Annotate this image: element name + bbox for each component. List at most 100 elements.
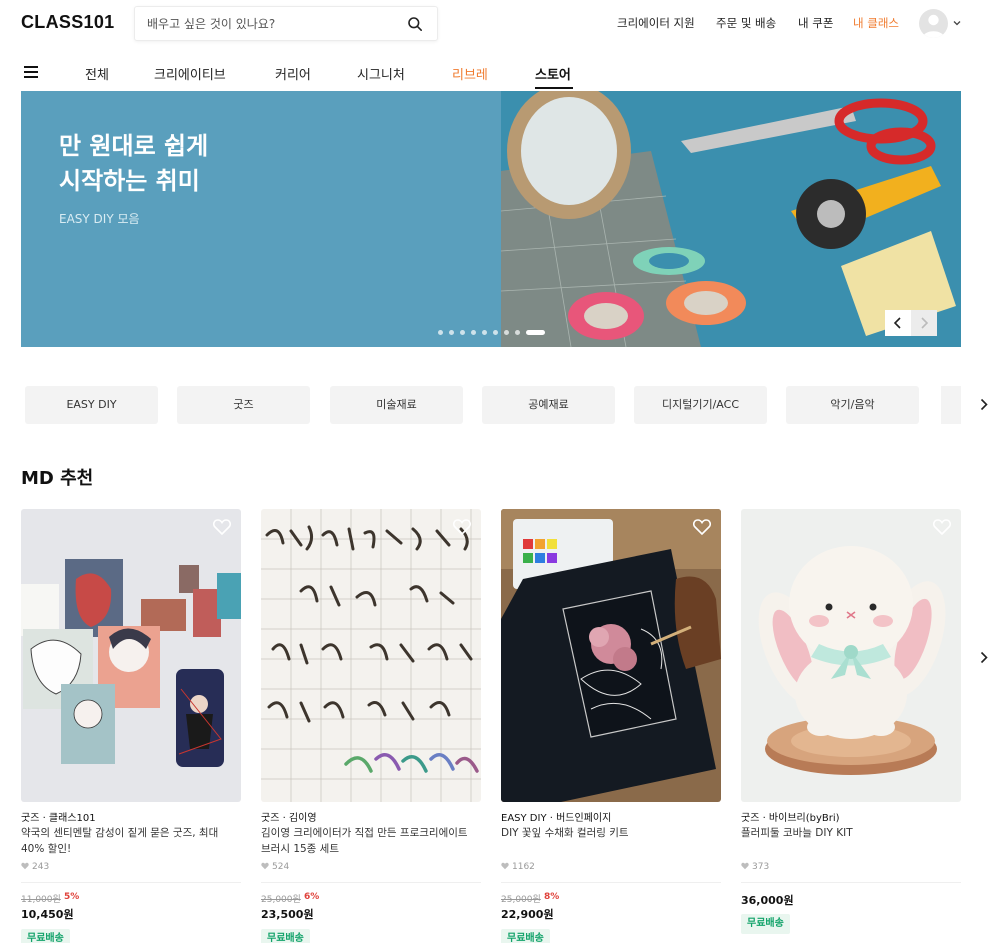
- heart-icon[interactable]: [213, 519, 231, 535]
- tab-career[interactable]: 커리어: [275, 64, 311, 83]
- heart-filled-icon: [741, 862, 749, 870]
- creator-support-link[interactable]: 크리에이터 지원: [617, 15, 695, 33]
- user-avatar-icon: [922, 14, 945, 38]
- sale-price: 10,450원: [21, 908, 74, 921]
- chip-partial[interactable]: [941, 386, 961, 424]
- heart-icon[interactable]: [693, 519, 711, 535]
- chip-digital-acc[interactable]: 디지털기기/ACC: [634, 386, 767, 424]
- class101-logo[interactable]: CLASS101: [21, 12, 114, 33]
- product-likes: 373: [741, 862, 769, 872]
- search-bar[interactable]: [134, 6, 438, 41]
- product-thumbnail[interactable]: [21, 509, 241, 802]
- watercolor-kit-image: [501, 509, 721, 802]
- crochet-bunny-image: [741, 509, 961, 802]
- tab-creative[interactable]: 크리에이티브: [154, 64, 226, 83]
- my-coupon-link[interactable]: 내 쿠폰: [798, 15, 833, 33]
- order-delivery-link[interactable]: 주문 및 배송: [716, 15, 776, 33]
- original-price: 11,000원: [21, 895, 61, 905]
- chevron-left-icon: [893, 317, 901, 329]
- search-input[interactable]: [147, 7, 397, 40]
- likes-count: 243: [32, 862, 50, 872]
- divider: [261, 882, 481, 883]
- free-shipping-badge: 무료배송: [501, 929, 550, 943]
- tab-libre[interactable]: 리브레: [452, 64, 488, 83]
- chip-easy-diy[interactable]: EASY DIY: [25, 386, 158, 424]
- sale-price: 23,500원: [261, 908, 314, 921]
- hero-banner[interactable]: 만 원대로 쉽게 시작하는 취미 EASY DIY 모음: [21, 91, 961, 347]
- product-title[interactable]: 플러피둘 코바늘 DIY KIT: [741, 825, 959, 841]
- carousel-dot[interactable]: [460, 330, 465, 335]
- product-card[interactable]: 굿즈 · 클래스101 약국의 센티멘탈 감성이 짙게 묻은 굿즈, 최대 40…: [21, 509, 241, 943]
- heart-filled-icon: [261, 862, 269, 870]
- hero-image: [501, 91, 961, 347]
- carousel-arrows: [885, 310, 937, 336]
- product-meta: 굿즈 · 바이브리(byBri): [741, 813, 840, 824]
- free-shipping-badge: 무료배송: [21, 929, 70, 943]
- tab-signature[interactable]: 시그니처: [357, 64, 405, 83]
- sale-price: 36,000원: [741, 894, 794, 907]
- product-thumbnail[interactable]: [261, 509, 481, 802]
- heart-icon[interactable]: [933, 519, 951, 535]
- craft-tools-illustration: [501, 91, 961, 347]
- carousel-dot-active[interactable]: [526, 330, 545, 335]
- hero-title-line1: 만 원대로 쉽게: [59, 132, 209, 160]
- product-title[interactable]: 김이영 크리에이터가 직접 만든 프로크리에이트 브러시 15종 세트: [261, 825, 479, 857]
- hamburger-menu-icon[interactable]: [24, 66, 38, 78]
- sale-price: 22,900원: [501, 908, 554, 921]
- chip-craft-supplies[interactable]: 공예재료: [482, 386, 615, 424]
- avatar[interactable]: [919, 9, 948, 38]
- divider: [501, 882, 721, 883]
- original-price: 25,000원: [261, 895, 301, 905]
- carousel-dot[interactable]: [482, 330, 487, 335]
- chips-scroll-right-icon[interactable]: [980, 398, 988, 411]
- active-tab-indicator: [535, 87, 573, 89]
- free-shipping-badge: 무료배송: [741, 914, 790, 934]
- product-card[interactable]: 굿즈 · 김이영 김이영 크리에이터가 직접 만든 프로크리에이트 브러시 15…: [261, 509, 481, 943]
- original-price: 25,000원: [501, 895, 541, 905]
- tab-store[interactable]: 스토어: [535, 64, 571, 83]
- heart-filled-icon: [501, 862, 509, 870]
- my-class-link[interactable]: 내 클래스: [853, 15, 899, 33]
- chevron-down-icon: [953, 21, 961, 26]
- carousel-dot[interactable]: [504, 330, 509, 335]
- likes-count: 524: [272, 862, 290, 872]
- product-meta: 굿즈 · 클래스101: [21, 813, 96, 824]
- carousel-dot[interactable]: [493, 330, 498, 335]
- heart-icon[interactable]: [453, 519, 471, 535]
- divider: [741, 882, 961, 883]
- product-title[interactable]: DIY 꽃잎 수채화 컬러링 키트: [501, 825, 719, 841]
- chip-goods[interactable]: 굿즈: [177, 386, 310, 424]
- top-header: CLASS101 크리에이터 지원 주문 및 배송 내 쿠폰 내 클래스: [0, 0, 988, 48]
- product-likes: 1162: [501, 862, 535, 872]
- hero-text-panel: 만 원대로 쉽게 시작하는 취미 EASY DIY 모음: [21, 91, 501, 347]
- category-nav: 전체 크리에이티브 커리어 시그니처 리브레 스토어: [0, 56, 988, 91]
- product-card[interactable]: 굿즈 · 바이브리(byBri) 플러피둘 코바늘 DIY KIT 373 36…: [741, 509, 961, 943]
- discount-rate: 5%: [64, 892, 80, 902]
- hero-title: 만 원대로 쉽게 시작하는 취미: [59, 129, 359, 199]
- carousel-dot[interactable]: [515, 330, 520, 335]
- divider: [21, 882, 241, 883]
- carousel-next-button[interactable]: [911, 310, 937, 336]
- product-thumbnail[interactable]: [501, 509, 721, 802]
- discount-rate: 6%: [304, 892, 320, 902]
- hero-subtitle: EASY DIY 모음: [59, 212, 140, 226]
- likes-count: 1162: [512, 862, 535, 872]
- profile-menu[interactable]: [919, 9, 965, 39]
- carousel-dot[interactable]: [449, 330, 454, 335]
- carousel-dot[interactable]: [471, 330, 476, 335]
- product-likes: 243: [21, 862, 49, 872]
- product-title[interactable]: 약국의 센티멘탈 감성이 짙게 묻은 굿즈, 최대 40% 할인!: [21, 825, 239, 857]
- search-icon[interactable]: [407, 16, 423, 32]
- hero-title-line2: 시작하는 취미: [59, 167, 200, 195]
- product-card[interactable]: EASY DIY · 버드인페이지 DIY 꽃잎 수채화 컬러링 키트 1162…: [501, 509, 721, 943]
- carousel-prev-button[interactable]: [885, 310, 911, 336]
- tab-all[interactable]: 전체: [85, 64, 109, 83]
- illustration-goods-image: [21, 509, 241, 802]
- carousel-dot[interactable]: [438, 330, 443, 335]
- chip-art-supplies[interactable]: 미술재료: [330, 386, 463, 424]
- product-meta: EASY DIY · 버드인페이지: [501, 813, 612, 824]
- section-title: MD 추천: [21, 468, 94, 489]
- chip-instrument-music[interactable]: 악기/음악: [786, 386, 919, 424]
- cards-scroll-right-icon[interactable]: [980, 651, 988, 664]
- product-thumbnail[interactable]: [741, 509, 961, 802]
